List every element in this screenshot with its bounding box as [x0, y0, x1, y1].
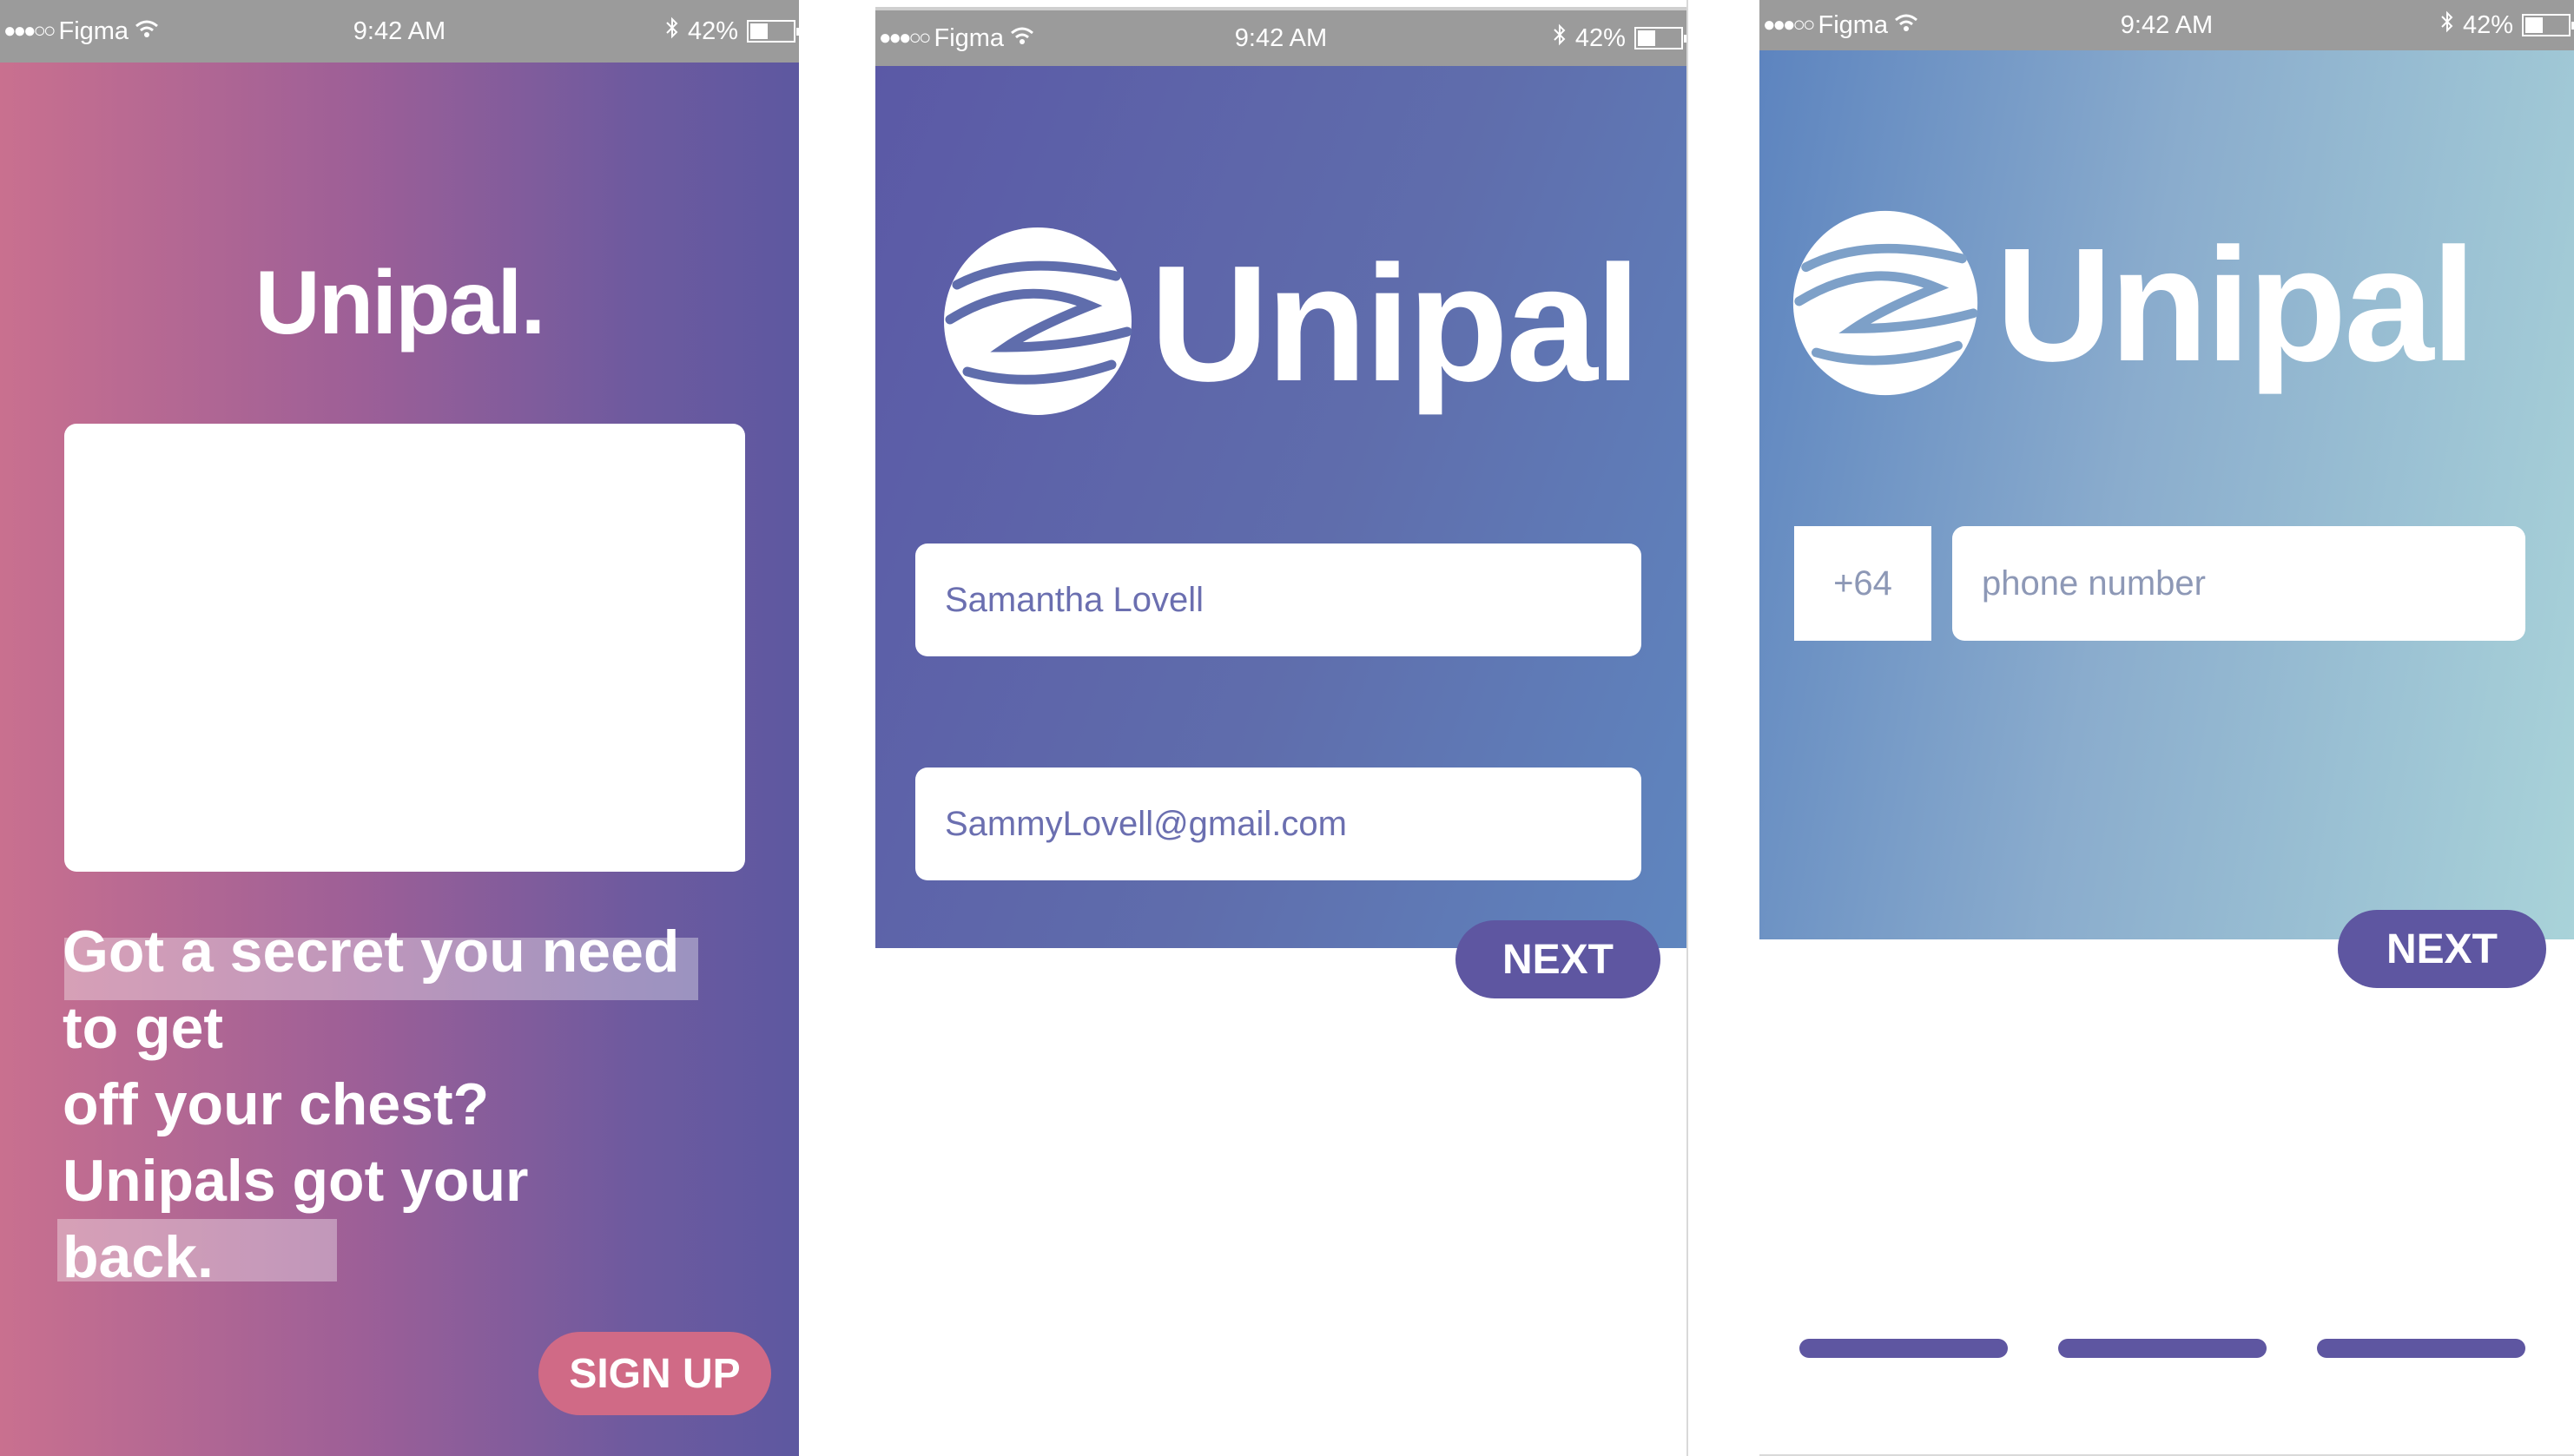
details-screen: ●●●○○ Figma 9:42 AM 42% Unipal Samantha …: [875, 0, 1688, 1456]
battery-fill: [1637, 30, 1655, 46]
brand-wordmark: Unipal: [1150, 231, 1641, 416]
wifi-icon: [134, 17, 160, 46]
unipal-logo-icon: [1787, 208, 1983, 402]
tagline-line: Unipals got your: [63, 1148, 529, 1214]
bluetooth-icon: [2440, 10, 2454, 40]
brand-logo: Unipal: [938, 226, 1641, 421]
brand-wordmark: Unipal: [1996, 215, 2476, 395]
status-bar: ●●●○○ Figma 9:42 AM 42%: [0, 0, 799, 63]
wifi-icon: [1893, 11, 1919, 40]
battery-percent: 42%: [687, 16, 738, 45]
status-time: 9:42 AM: [1234, 23, 1328, 52]
email-field[interactable]: SammyLovell@gmail.com: [915, 768, 1641, 880]
next-button[interactable]: NEXT: [2338, 910, 2546, 988]
progress-step: [2317, 1339, 2525, 1358]
battery-icon: [2522, 14, 2574, 36]
unipal-logo-icon: [938, 226, 1138, 421]
progress-step: [1799, 1339, 2008, 1358]
bluetooth-icon: [1553, 23, 1567, 53]
progress-step: [2058, 1339, 2267, 1358]
tagline-line: to get: [63, 995, 224, 1061]
tagline-line: Got a secret you need: [63, 919, 680, 985]
gradient-background: [1759, 50, 2574, 939]
name-field[interactable]: Samantha Lovell: [915, 544, 1641, 656]
signal-dots: ●●●○○: [879, 26, 932, 49]
signup-button[interactable]: SIGN UP: [538, 1332, 771, 1415]
carrier-label: Figma: [1818, 10, 1889, 39]
tagline-line: back.: [63, 1224, 214, 1290]
phone-number-input[interactable]: phone number: [1952, 526, 2525, 641]
app-title: Unipal.: [254, 253, 546, 353]
battery-icon: [746, 20, 799, 43]
battery-fill: [2525, 17, 2543, 33]
signal-dots: ●●●○○: [1763, 13, 1816, 36]
status-bar: ●●●○○ Figma 9:42 AM 42%: [875, 7, 1686, 66]
carrier-label: Figma: [934, 23, 1005, 52]
wifi-icon: [1009, 24, 1035, 53]
tagline-line: off your chest?: [63, 1071, 490, 1137]
battery-fill: [749, 23, 768, 39]
battery-icon: [1634, 27, 1686, 49]
welcome-screen: ●●●○○ Figma 9:42 AM 42% Unipal. Got a se…: [0, 0, 799, 1456]
status-time: 9:42 AM: [353, 16, 446, 45]
next-button[interactable]: NEXT: [1455, 920, 1660, 998]
battery-percent: 42%: [2462, 10, 2513, 39]
bluetooth-icon: [665, 16, 679, 46]
battery-percent: 42%: [1574, 23, 1626, 52]
status-bar: ●●●○○ Figma 9:42 AM 42%: [1759, 0, 2574, 50]
phone-screen: ●●●○○ Figma 9:42 AM 42% Unipal +64 phone…: [1759, 0, 2574, 1456]
tagline: Got a secret you need to get off your ch…: [63, 913, 757, 1295]
carrier-label: Figma: [58, 16, 129, 45]
brand-logo: Unipal: [1787, 208, 2476, 402]
status-time: 9:42 AM: [2120, 10, 2214, 39]
image-placeholder-card: [64, 424, 745, 872]
signal-dots: ●●●○○: [3, 19, 56, 43]
country-code-field[interactable]: +64: [1794, 526, 1931, 641]
